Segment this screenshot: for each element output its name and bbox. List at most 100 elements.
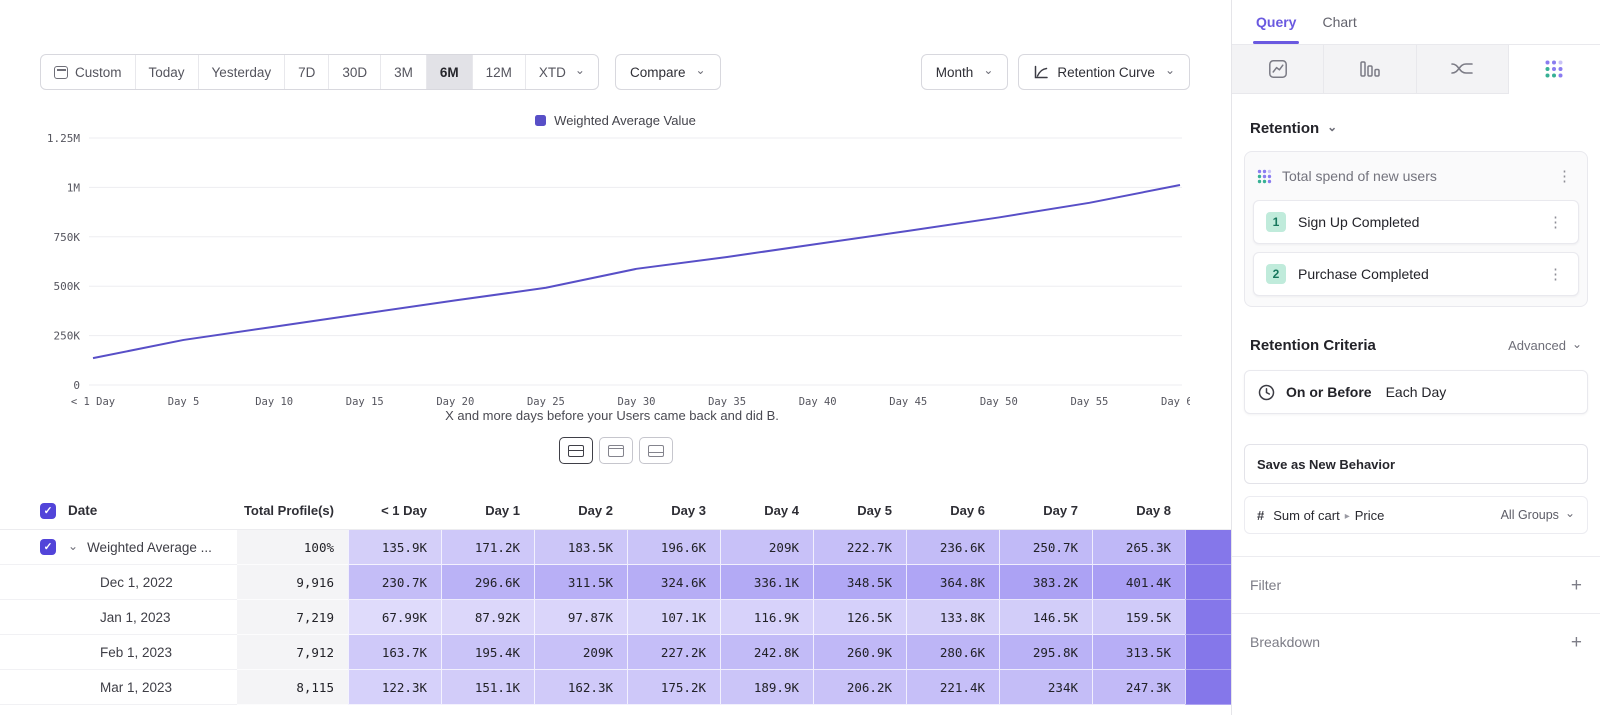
granularity-button[interactable]: Month (921, 54, 1009, 90)
split-rows-icon (568, 445, 584, 457)
layout-split-rows-button[interactable] (559, 437, 593, 464)
table-row[interactable]: Mar 1, 20238,115122.3K151.1K162.3K175.2K… (0, 670, 1231, 705)
row-label-cell[interactable]: Weighted Average ... (0, 530, 237, 565)
column-header[interactable]: < 1 Day (348, 492, 441, 529)
kebab-menu-icon[interactable] (1554, 169, 1575, 184)
retention-value-cell: 126.5K (813, 600, 906, 635)
select-all-checkbox[interactable] (40, 503, 56, 519)
range-today[interactable]: Today (136, 55, 199, 89)
retention-chart-button[interactable] (1509, 45, 1600, 94)
row-label-cell[interactable]: Dec 1, 2022 (0, 565, 237, 600)
retention-value-cell: 116.9K (720, 600, 813, 635)
row-label-cell[interactable]: Feb 1, 2023 (0, 635, 237, 670)
chevron-down-icon (1572, 339, 1582, 352)
behavior-card: Total spend of new users 1Sign Up Comple… (1244, 151, 1588, 307)
x-tick-label: Day 40 (799, 396, 837, 408)
criteria-header: Retention Criteria Advanced (1250, 337, 1582, 354)
column-header[interactable]: Day 7 (999, 492, 1092, 529)
retention-value-cell: 364.8K (906, 565, 999, 600)
layout-header-row-button[interactable] (599, 437, 633, 464)
flows-chart-button[interactable] (1417, 45, 1509, 94)
date-range-picker: CustomTodayYesterday7D30D3M6M12MXTD (40, 54, 599, 90)
add-breakdown-button[interactable] (1571, 633, 1582, 652)
expand-chevron-icon[interactable] (68, 540, 78, 555)
retention-value-cell: 236.6K (906, 530, 999, 565)
behavior-card-header: Total spend of new users (1253, 160, 1579, 192)
column-header[interactable]: Day 1 (441, 492, 534, 529)
add-filter-button[interactable] (1571, 576, 1582, 595)
retention-value-cell: 295.8K (999, 635, 1092, 670)
layout-footer-row-button[interactable] (639, 437, 673, 464)
row-label: Feb 1, 2023 (100, 645, 172, 660)
row-label: Weighted Average ... (87, 540, 212, 555)
retention-section-dropdown[interactable]: Retention (1250, 120, 1600, 137)
line-chart-icon (1268, 59, 1288, 79)
groups-dropdown[interactable]: All Groups (1501, 508, 1575, 522)
next-column-peek (1185, 635, 1231, 670)
condition-operator: On or Before (1286, 384, 1372, 400)
range-12m[interactable]: 12M (473, 55, 526, 89)
retention-value-cell: 196.6K (627, 530, 720, 565)
section-title-label: Retention (1250, 120, 1319, 137)
range-3m[interactable]: 3M (381, 55, 427, 89)
retention-value-cell: 151.1K (441, 670, 534, 705)
chart-type-picker (1232, 45, 1600, 94)
row-checkbox[interactable] (40, 539, 56, 555)
table-layout-toggles (0, 437, 1231, 464)
total-profiles-cell: 8,115 (237, 670, 348, 705)
measure-row[interactable]: # Sum of cart Price All Groups (1244, 496, 1588, 534)
compare-button[interactable]: Compare (615, 54, 721, 90)
range-6m[interactable]: 6M (427, 55, 473, 89)
row-label: Jan 1, 2023 (100, 610, 171, 625)
tab-chart[interactable]: Chart (1322, 14, 1356, 30)
range-xtd[interactable]: XTD (526, 55, 598, 89)
filter-section: Filter (1232, 557, 1600, 613)
main-panel: CustomTodayYesterday7D30D3M6M12MXTD Comp… (0, 0, 1231, 715)
funnels-chart-button[interactable] (1324, 45, 1416, 94)
criteria-condition[interactable]: On or Before Each Day (1244, 370, 1588, 414)
column-header[interactable]: Day 6 (906, 492, 999, 529)
column-header[interactable]: Date (0, 492, 237, 529)
column-header[interactable]: Day 8 (1092, 492, 1185, 529)
y-tick-label: 1.25M (47, 132, 80, 145)
compare-label: Compare (630, 65, 686, 80)
row-label: Dec 1, 2022 (100, 575, 173, 590)
kebab-menu-icon[interactable] (1545, 267, 1566, 282)
retention-table: DateTotal Profile(s)< 1 DayDay 1Day 2Day… (0, 492, 1231, 705)
tab-query[interactable]: Query (1256, 14, 1296, 30)
breakdown-label: Breakdown (1250, 634, 1320, 650)
row-label-cell[interactable]: Jan 1, 2023 (0, 600, 237, 635)
range-custom[interactable]: Custom (41, 55, 136, 89)
chevron-down-icon (1327, 121, 1337, 136)
legend-label: Weighted Average Value (554, 113, 696, 128)
x-tick-label: Day 50 (980, 396, 1018, 408)
table-row[interactable]: Jan 1, 20237,21967.99K87.92K97.87K107.1K… (0, 600, 1231, 635)
view-selector-button[interactable]: Retention Curve (1018, 54, 1190, 90)
table-row[interactable]: Feb 1, 20237,912163.7K195.4K209K227.2K24… (0, 635, 1231, 670)
column-header[interactable]: Day 2 (534, 492, 627, 529)
behavior-step[interactable]: 2Purchase Completed (1253, 252, 1579, 296)
column-header[interactable]: Total Profile(s) (237, 492, 348, 529)
range-30d[interactable]: 30D (329, 55, 381, 89)
column-header[interactable]: Day 4 (720, 492, 813, 529)
x-tick-label: Day 20 (436, 396, 474, 408)
range-7d[interactable]: 7D (285, 55, 329, 89)
step-index-badge: 2 (1266, 264, 1286, 284)
table-row[interactable]: Dec 1, 20229,916230.7K296.6K311.5K324.6K… (0, 565, 1231, 600)
row-label-cell[interactable]: Mar 1, 2023 (0, 670, 237, 705)
save-behavior-button[interactable]: Save as New Behavior (1244, 444, 1588, 484)
advanced-dropdown[interactable]: Advanced (1508, 338, 1582, 353)
range-yesterday[interactable]: Yesterday (199, 55, 286, 89)
column-header[interactable]: Day 5 (813, 492, 906, 529)
retention-value-cell: 175.2K (627, 670, 720, 705)
total-profiles-cell: 7,912 (237, 635, 348, 670)
retention-value-cell: 107.1K (627, 600, 720, 635)
behavior-step[interactable]: 1Sign Up Completed (1253, 200, 1579, 244)
app: CustomTodayYesterday7D30D3M6M12MXTD Comp… (0, 0, 1600, 715)
table-row[interactable]: Weighted Average ...100%135.9K171.2K183.… (0, 530, 1231, 565)
kebab-menu-icon[interactable] (1545, 215, 1566, 230)
column-header[interactable]: Day 3 (627, 492, 720, 529)
retention-value-cell: 280.6K (906, 635, 999, 670)
criteria-title: Retention Criteria (1250, 337, 1376, 354)
insights-chart-button[interactable] (1232, 45, 1324, 94)
